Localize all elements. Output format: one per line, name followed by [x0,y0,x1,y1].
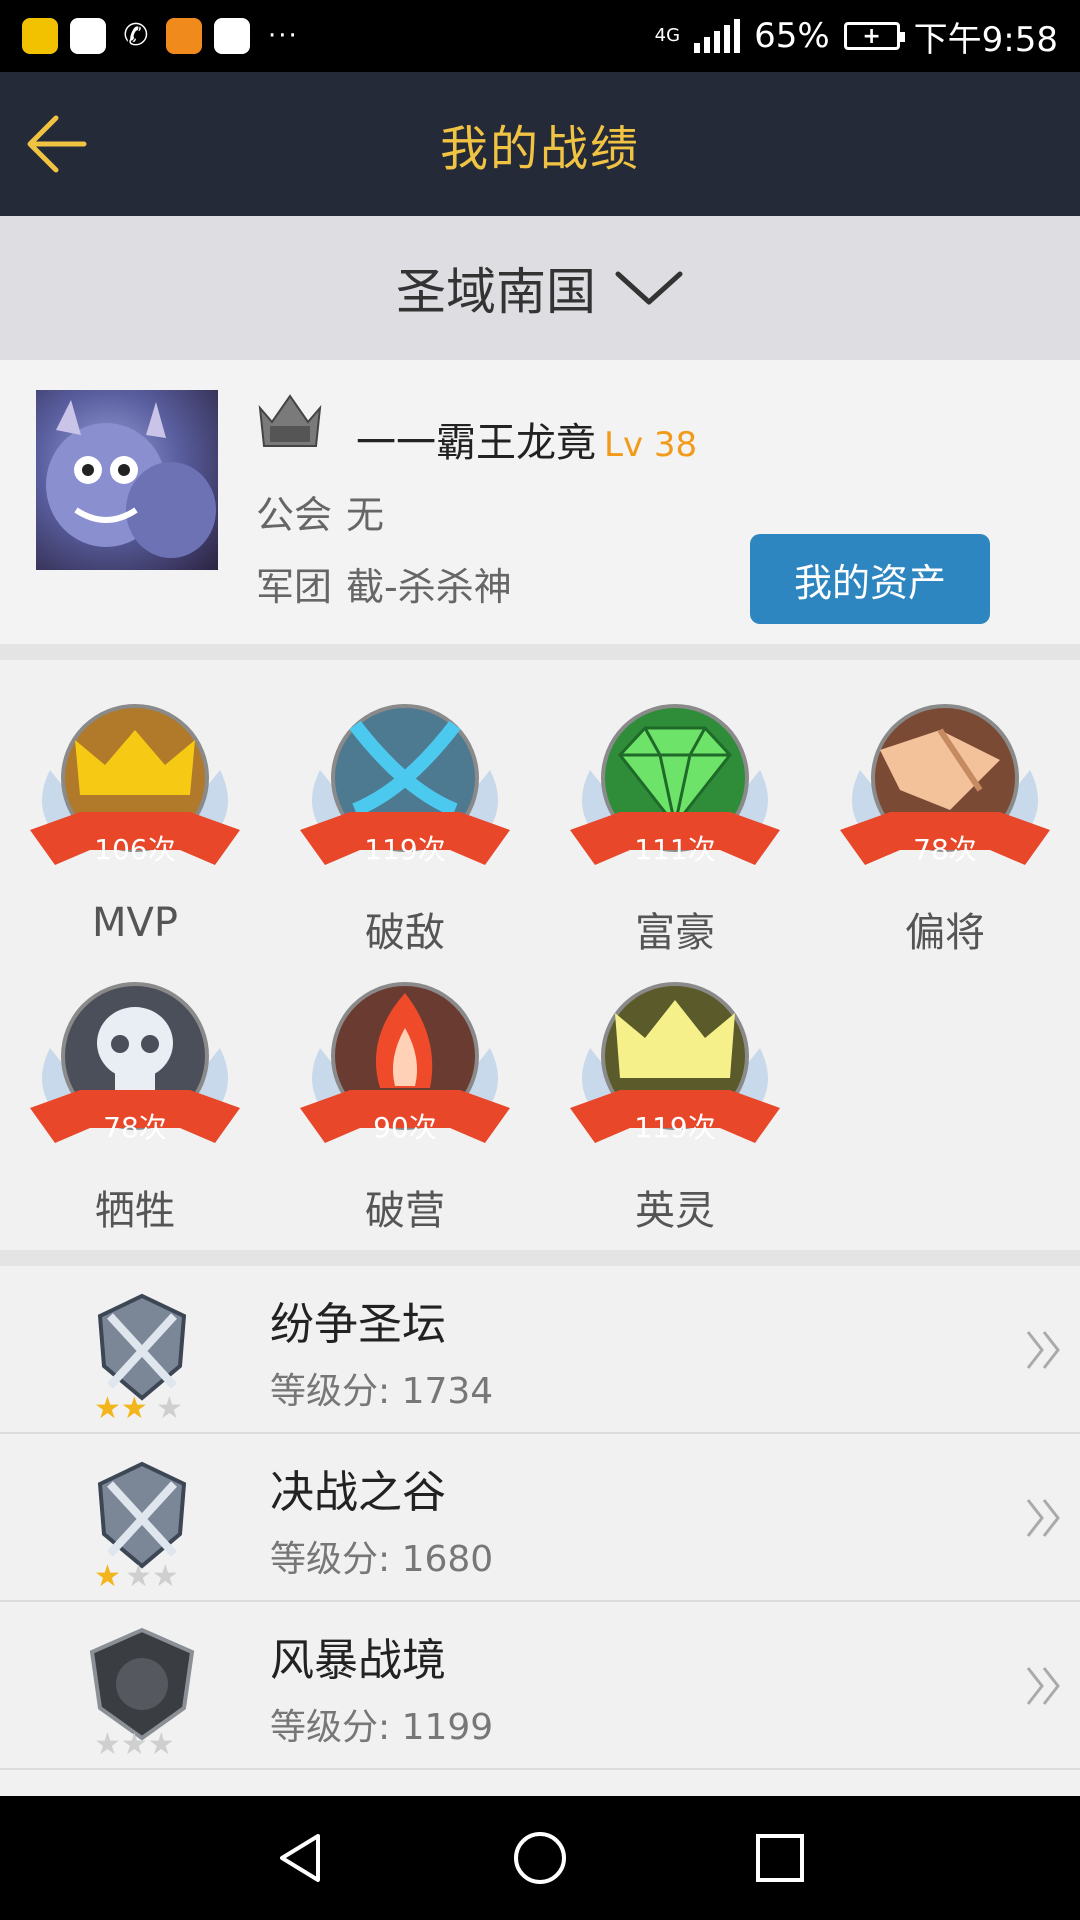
system-nav-bar [0,1796,1080,1920]
more-notifications-icon: ··· [268,21,299,51]
clock: 下午9:58 [913,19,1058,60]
badge-label: 破营 [365,1188,445,1234]
app-header: 我的战绩 [0,72,1080,216]
video-app-icon [214,18,250,54]
badge-label: 牺牲 [95,1188,175,1234]
chevron-down-icon [615,271,683,305]
badge-mvp: 106次 MVP [20,700,250,950]
player-level: Lv 38 [604,425,698,465]
rank-emblem-icon: ★★★ [94,1461,187,1590]
list-item[interactable]: ★ ★★ 决战之谷 等级分: 1680 [0,1434,1080,1602]
nav-recents-icon[interactable] [750,1828,810,1888]
list-item[interactable]: ★★★ 风暴战境 等级分: 1199 [0,1602,1080,1770]
nav-back-icon[interactable] [270,1828,330,1888]
svg-text:★★★: ★★★ [94,1727,175,1758]
badge-fuhao: 111次 富豪 [560,700,790,956]
rank-list: ★★ ★ 纷争圣坛 等级分: 1734 ★ ★★ 决战之谷 等级分: 1680 ★★… [0,1266,1080,1796]
badge-count: 111次 [634,833,716,866]
section-divider [0,1250,1080,1266]
badge-label: 富豪 [635,910,715,956]
badge-label: 偏将 [905,910,985,956]
corps-label: 军团 [256,565,333,609]
double-chevron-right-icon [1026,1667,1060,1705]
rank-score: 等级分: 1199 [270,1707,494,1748]
avatar [36,390,218,570]
badge-label: MVP [92,900,178,946]
badge-count: 78次 [913,833,977,866]
battery-percent: 65% [754,16,830,56]
battery-icon: + [843,22,905,50]
system-status: 4G 65% + 下午9:58 [655,12,1058,61]
svg-text:★★: ★★ [94,1391,148,1422]
nav-home-icon[interactable] [510,1828,570,1888]
app-notification-icon [70,18,106,54]
badge-label: 破敌 [365,910,445,956]
guild-value: 无 [346,493,385,537]
achievement-badges: 106次 MVP 119次 破敌 111次 富豪 78次 偏将 78次 牺牲 9… [0,660,1080,1250]
status-bar: ✆ ··· 4G 65% + 下午9:58 [0,0,1080,72]
badge-count: 78次 [103,1111,167,1144]
double-chevron-right-icon [1026,1499,1060,1537]
back-arrow-icon[interactable] [22,110,90,178]
shield-emblem-icon: ★★★ [89,1627,195,1758]
double-chevron-right-icon [1026,1331,1060,1369]
svg-text:★★: ★★ [125,1559,179,1590]
guild-row: 公会无 [256,484,384,539]
app-notification-icon [166,18,202,54]
notification-icons: ✆ ··· [22,18,299,54]
badge-pianjiang: 78次 偏将 [830,700,1060,956]
badge-yingling: 119次 英灵 [560,978,790,1234]
server-selector[interactable]: 圣域南国 [0,216,1080,360]
badge-count: 90次 [373,1111,437,1144]
vip-crown-icon [258,394,322,447]
server-name: 圣域南国 [396,263,596,321]
badge-podi: 119次 破敌 [290,700,520,956]
badge-count: 119次 [364,833,446,866]
rank-score: 等级分: 1680 [270,1539,494,1580]
corps-row: 军团 截-杀杀神 [256,556,512,611]
page-title: 我的战绩 [439,121,640,177]
player-name: 一一霸王龙竟 [356,420,596,466]
badge-label: 英灵 [635,1188,715,1234]
svg-text:★: ★ [156,1391,183,1422]
rank-mode-name: 纷争圣坛 [270,1299,446,1350]
signal-icon [694,19,741,53]
corps-value: 截-杀杀神 [346,565,512,609]
list-item[interactable]: ★★ ★ 纷争圣坛 等级分: 1734 [0,1266,1080,1434]
badge-poying: 90次 破营 [290,978,520,1234]
section-divider [0,644,1080,660]
guild-label: 公会 [256,493,333,537]
phone-icon: ✆ [123,18,149,53]
badge-count: 119次 [634,1111,716,1144]
app-notification-icon [22,18,58,54]
rank-emblem-icon: ★★★ [94,1293,187,1422]
player-name-line: 一一霸王龙竟 Lv 38 [356,410,697,468]
rank-score: 等级分: 1734 [270,1371,494,1412]
svg-text:★: ★ [94,1559,121,1590]
rank-mode-name: 决战之谷 [270,1467,446,1518]
rank-mode-name: 风暴战境 [270,1635,446,1686]
network-type: 4G [654,25,681,46]
badge-count: 106次 [94,833,176,866]
profile-card: 一一霸王龙竟 Lv 38 公会无 军团 截-杀杀神 我的资产 [0,360,1080,644]
badge-xisheng: 78次 牺牲 [20,978,250,1234]
my-assets-button[interactable]: 我的资产 [750,534,990,624]
